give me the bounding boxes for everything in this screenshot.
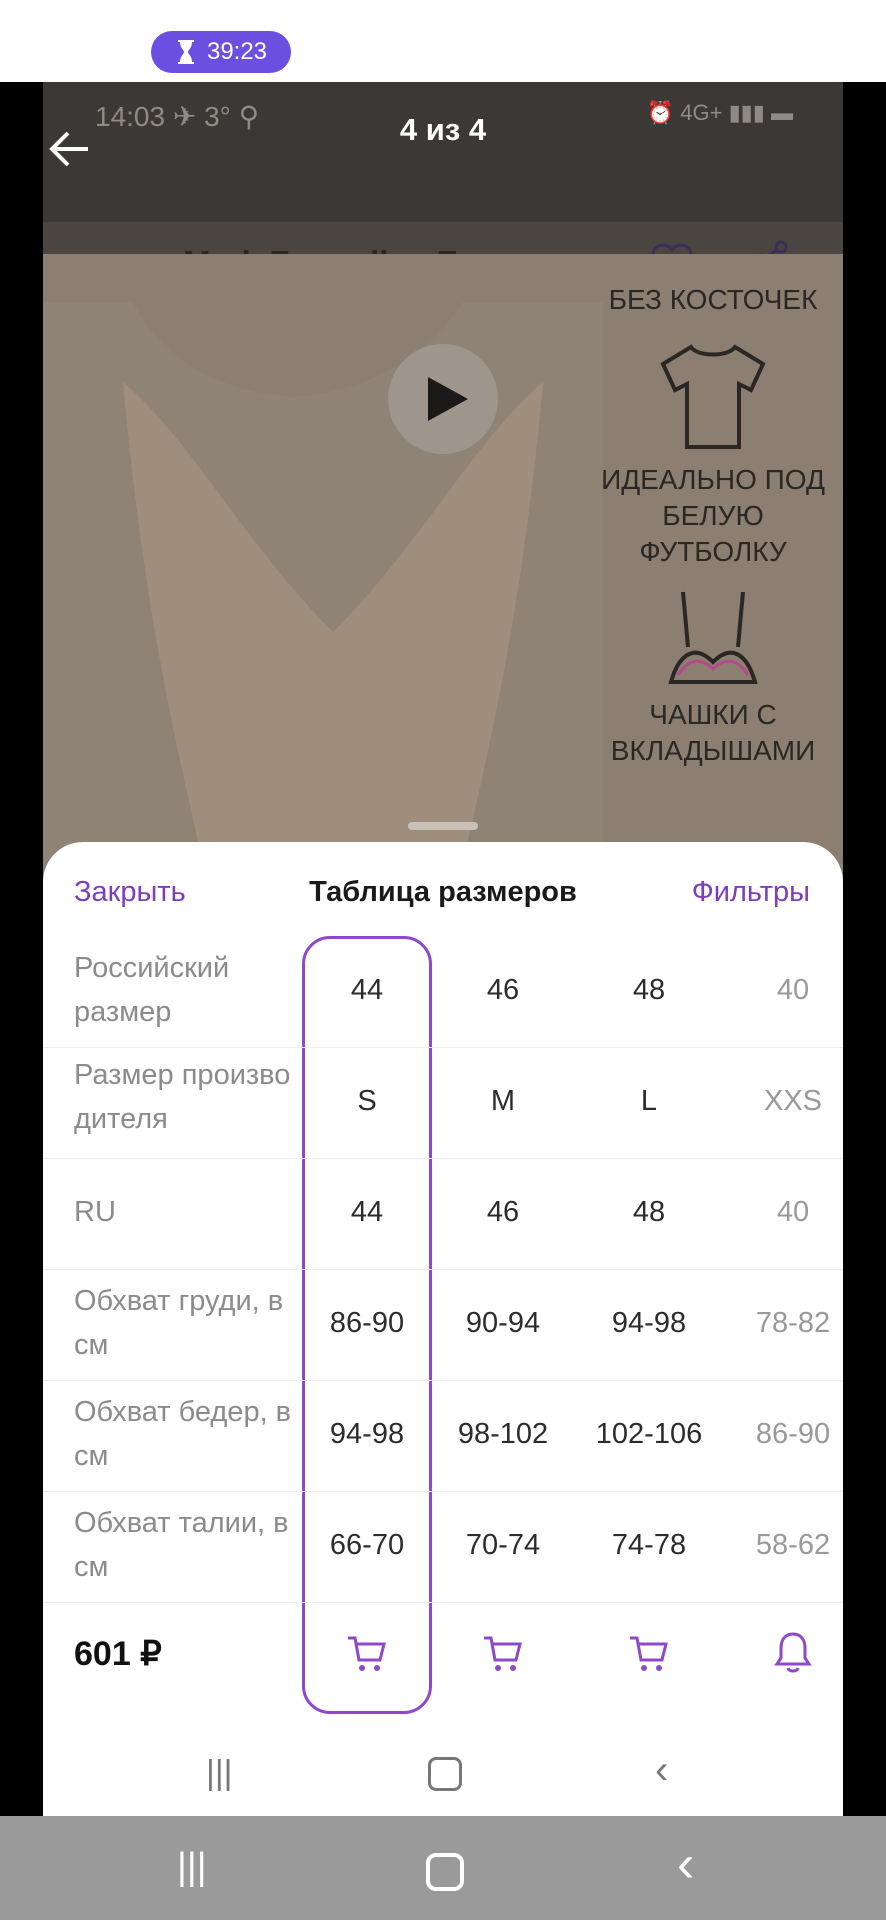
price-label: 601 ₽	[74, 1635, 162, 1673]
filters-button[interactable]: Фильтры	[692, 876, 810, 909]
table-cell[interactable]: 58-62	[723, 1529, 863, 1562]
top-bar	[0, 0, 886, 82]
row-label: RU	[74, 1196, 116, 1228]
recents-icon[interactable]: |||	[177, 1846, 207, 1889]
table-row: Обхват бедер, в см 94-98 98-102 102-106 …	[43, 1380, 843, 1492]
table-cell[interactable]: 78-82	[723, 1307, 863, 1340]
row-label: Обхват бедер, в см	[74, 1396, 292, 1472]
feature-3-text: ЧАШКИ С ВКЛАДЫШАМИ	[610, 699, 816, 766]
timer-label: 39:23	[206, 38, 268, 65]
table-cell[interactable]: 44	[297, 974, 437, 1007]
table-cell[interactable]: 94-98	[297, 1418, 437, 1451]
chevron-left-icon[interactable]: ‹	[655, 1748, 668, 1793]
table-cell[interactable]: M	[433, 1085, 573, 1118]
table-row: Обхват груди, в см 86-90 90-94 94-98 78-…	[43, 1269, 843, 1381]
cart-icon[interactable]	[482, 1632, 524, 1674]
table-cell[interactable]: 66-70	[297, 1529, 437, 1562]
row-label: Обхват талии, в см	[74, 1507, 289, 1583]
row-label: Размер производителя	[74, 1059, 291, 1135]
table-cell[interactable]: 44	[297, 1196, 437, 1229]
table-cell[interactable]: 98-102	[433, 1418, 573, 1451]
table-cell[interactable]: 70-74	[433, 1529, 573, 1562]
feature-1-text: БЕЗ КОСТОЧЕК	[608, 284, 818, 315]
size-table-sheet: Закрыть Таблица размеров Фильтры Российс…	[43, 822, 843, 1816]
feature-2-text: ИДЕАЛЬНО ПОД БЕЛУЮ ФУТБОЛКУ	[601, 464, 825, 567]
home-icon[interactable]	[428, 1757, 462, 1791]
play-icon	[428, 377, 468, 421]
table-row: Российский размер 44 46 48 40	[43, 936, 843, 1048]
table-row: Размер производителя S M L XXS	[43, 1047, 843, 1159]
watermark-logo: Avito	[670, 1770, 744, 1803]
table-cell[interactable]: 74-78	[579, 1529, 719, 1562]
table-cell[interactable]: XXS	[723, 1085, 863, 1118]
bell-icon[interactable]	[773, 1630, 813, 1674]
table-cell[interactable]: 86-90	[723, 1418, 863, 1451]
table-cell[interactable]: 86-90	[297, 1307, 437, 1340]
row-label: Обхват груди, в см	[74, 1285, 284, 1361]
table-cell[interactable]: 48	[579, 1196, 719, 1229]
sheet-handle[interactable]	[408, 822, 478, 830]
model-image	[43, 302, 603, 922]
row-label: Российский размер	[74, 952, 230, 1028]
table-cell[interactable]: 40	[723, 974, 863, 1007]
image-counter: 4 из 4	[399, 112, 487, 147]
table-cell[interactable]: 102-106	[579, 1418, 719, 1451]
home-icon[interactable]	[426, 1853, 464, 1891]
recents-icon[interactable]: |||	[206, 1754, 233, 1793]
tshirt-icon	[660, 344, 766, 449]
table-cell[interactable]: L	[579, 1085, 719, 1118]
timer-badge: 39:23	[151, 31, 291, 73]
chevron-left-icon[interactable]: ‹	[677, 1834, 694, 1894]
table-cell[interactable]: 94-98	[579, 1307, 719, 1340]
hourglass-icon	[177, 40, 194, 64]
bra-icon	[668, 591, 758, 684]
table-row: Обхват талии, в см 66-70 70-74 74-78 58-…	[43, 1491, 843, 1603]
table-cell[interactable]: 46	[433, 974, 573, 1007]
table-cell[interactable]: S	[297, 1085, 437, 1118]
table-cell[interactable]: 90-94	[433, 1307, 573, 1340]
table-cell[interactable]: 46	[433, 1196, 573, 1229]
table-cell[interactable]: 48	[579, 974, 719, 1007]
cart-icon[interactable]	[346, 1632, 388, 1674]
table-row: RU 44 46 48 40	[43, 1158, 843, 1270]
table-cell[interactable]: 40	[723, 1196, 863, 1229]
cart-icon[interactable]	[628, 1632, 670, 1674]
